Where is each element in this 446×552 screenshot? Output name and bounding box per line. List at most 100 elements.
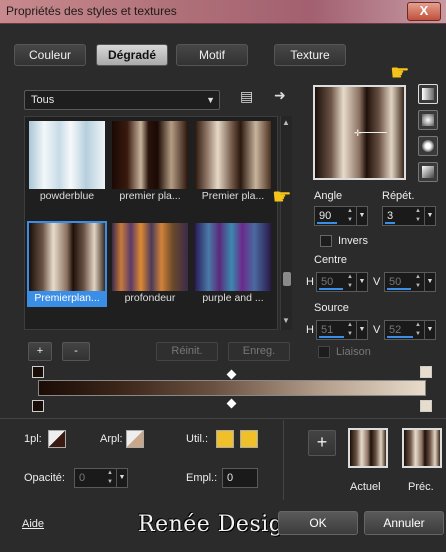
- center-h-value: 50: [321, 276, 334, 288]
- center-v-label: V: [373, 276, 381, 288]
- tab-degrade[interactable]: Dégradé: [96, 44, 168, 66]
- gallery-item-premier-plan-2[interactable]: Premier pla...: [193, 119, 273, 205]
- chevron-down-icon[interactable]: ▼: [116, 469, 127, 487]
- style-sunburst-button[interactable]: [418, 136, 438, 156]
- style-linear-button[interactable]: [418, 84, 438, 104]
- center-v-value: 50: [389, 276, 402, 288]
- midpoint-bottom-marker[interactable]: [226, 398, 237, 409]
- source-h-input[interactable]: 51 ▲ ▼ ▼: [316, 320, 368, 340]
- scrollbar-thumb[interactable]: [283, 272, 291, 286]
- linear-style-icon: [422, 88, 434, 100]
- spin-arrows-icon[interactable]: ▲ ▼: [413, 321, 423, 339]
- gallery-item-label: Premierplan...: [29, 291, 105, 305]
- reset-button[interactable]: Réinit.: [156, 342, 218, 361]
- chevron-down-icon[interactable]: ▼: [424, 321, 435, 339]
- tab-texture[interactable]: Texture: [274, 44, 346, 66]
- opacity-value: 0: [79, 472, 86, 484]
- spin-arrows-icon[interactable]: ▲ ▼: [413, 273, 423, 291]
- repeat-input[interactable]: 3 ▲ ▼ ▼: [382, 206, 436, 226]
- link-label: Liaison: [336, 346, 371, 358]
- angle-value: 90: [319, 210, 332, 222]
- empl-input[interactable]: 0: [222, 468, 258, 488]
- style-rectangular-button[interactable]: [418, 110, 438, 130]
- ok-button[interactable]: OK: [278, 511, 358, 535]
- divider: [0, 418, 446, 419]
- source-v-value: 52: [389, 324, 402, 336]
- background-swatch[interactable]: [126, 430, 144, 448]
- color-stop-top-left[interactable]: [32, 366, 44, 378]
- gradient-editor-bar[interactable]: [38, 380, 426, 396]
- radial-style-icon: [422, 166, 434, 178]
- util-label: Util.:: [186, 433, 208, 445]
- category-dropdown[interactable]: Tous ▼: [24, 90, 220, 110]
- arpl-label: Arpl:: [100, 433, 123, 445]
- used-color-swatch[interactable]: [216, 430, 234, 448]
- chevron-down-icon[interactable]: ▼: [424, 207, 435, 225]
- vertical-divider: [283, 420, 284, 500]
- remove-gradient-button[interactable]: -: [62, 342, 90, 361]
- gallery-item-purple-and[interactable]: purple and ...: [193, 221, 273, 307]
- chevron-down-icon[interactable]: ▼: [356, 207, 367, 225]
- current-gradient-thumbnail[interactable]: [348, 428, 388, 468]
- scroll-up-icon[interactable]: ▲: [282, 118, 290, 127]
- used-color-swatch-2[interactable]: [240, 430, 258, 448]
- opacity-input[interactable]: 0 ▲ ▼ ▼: [74, 468, 128, 488]
- sunburst-style-icon: [422, 140, 434, 152]
- notebook-icon[interactable]: ▤: [240, 88, 253, 105]
- close-button[interactable]: X: [407, 2, 441, 21]
- gradient-preview: [29, 223, 105, 291]
- pointing-hand-icon: ☛: [390, 60, 410, 85]
- gradient-preview: [29, 121, 105, 189]
- gallery-item-label: premier pla...: [119, 190, 181, 202]
- value-bar: [385, 222, 395, 224]
- spin-arrows-icon[interactable]: ▲ ▼: [413, 207, 423, 225]
- empl-label: Empl.:: [186, 472, 218, 484]
- midpoint-top-marker[interactable]: [226, 369, 237, 380]
- color-stop-top-right[interactable]: [420, 366, 432, 378]
- empl-value: 0: [227, 472, 234, 484]
- source-v-input[interactable]: 52 ▲ ▼ ▼: [384, 320, 436, 340]
- color-stop-bottom-right[interactable]: [420, 400, 432, 412]
- gallery-item-powderblue[interactable]: powderblue: [27, 119, 107, 205]
- add-gradient-button[interactable]: +: [28, 342, 52, 361]
- pl1-label: 1pl:: [24, 433, 42, 445]
- center-label: Centre: [314, 254, 348, 266]
- spin-arrows-icon[interactable]: ▲ ▼: [345, 273, 355, 291]
- invert-label: Invers: [338, 235, 368, 247]
- previous-gradient-thumbnail[interactable]: [402, 428, 442, 468]
- foreground-swatch[interactable]: [48, 430, 66, 448]
- center-h-input[interactable]: 50 ▲ ▼ ▼: [316, 272, 368, 292]
- color-stop-bottom-left[interactable]: [32, 400, 44, 412]
- gallery-item-label: profondeur: [124, 292, 176, 304]
- style-radial-button[interactable]: [418, 162, 438, 182]
- invert-checkbox[interactable]: [320, 235, 332, 247]
- gradient-preview-large[interactable]: ✛: [313, 85, 406, 180]
- repeat-value: 3: [387, 210, 394, 222]
- spin-arrows-icon[interactable]: ▲ ▼: [345, 321, 355, 339]
- link-checkbox[interactable]: [318, 346, 330, 358]
- chevron-down-icon[interactable]: ▼: [356, 321, 367, 339]
- current-label: Actuel: [350, 481, 381, 493]
- chevron-down-icon[interactable]: ▼: [356, 273, 367, 291]
- spin-arrows-icon[interactable]: ▲ ▼: [105, 469, 115, 487]
- previous-label: Préc.: [408, 481, 434, 493]
- angle-input[interactable]: 90 ▲ ▼ ▼: [314, 206, 368, 226]
- scroll-down-icon[interactable]: ▼: [282, 316, 290, 325]
- spin-arrows-icon[interactable]: ▲ ▼: [345, 207, 355, 225]
- tab-motif[interactable]: Motif: [176, 44, 248, 66]
- gradient-preview: [195, 223, 271, 291]
- gallery-item-premier-plan-1[interactable]: premier pla...: [110, 119, 190, 205]
- gallery-item-premierplan-selected[interactable]: Premierplan...: [27, 221, 107, 307]
- arrow-right-icon[interactable]: ➜: [274, 87, 286, 104]
- gradient-preview: [112, 121, 188, 189]
- cancel-button[interactable]: Annuler: [364, 511, 444, 535]
- save-button[interactable]: Enreg.: [228, 342, 290, 361]
- gallery-scrollbar[interactable]: ▲ ▼: [280, 116, 292, 330]
- gallery-item-profondeur[interactable]: profondeur: [110, 221, 190, 307]
- chevron-down-icon[interactable]: ▼: [424, 273, 435, 291]
- help-link[interactable]: Aide: [22, 518, 44, 530]
- add-swatch-button[interactable]: +: [308, 430, 336, 456]
- tab-couleur[interactable]: Couleur: [14, 44, 86, 66]
- center-v-input[interactable]: 50 ▲ ▼ ▼: [384, 272, 436, 292]
- angle-line: [359, 132, 387, 133]
